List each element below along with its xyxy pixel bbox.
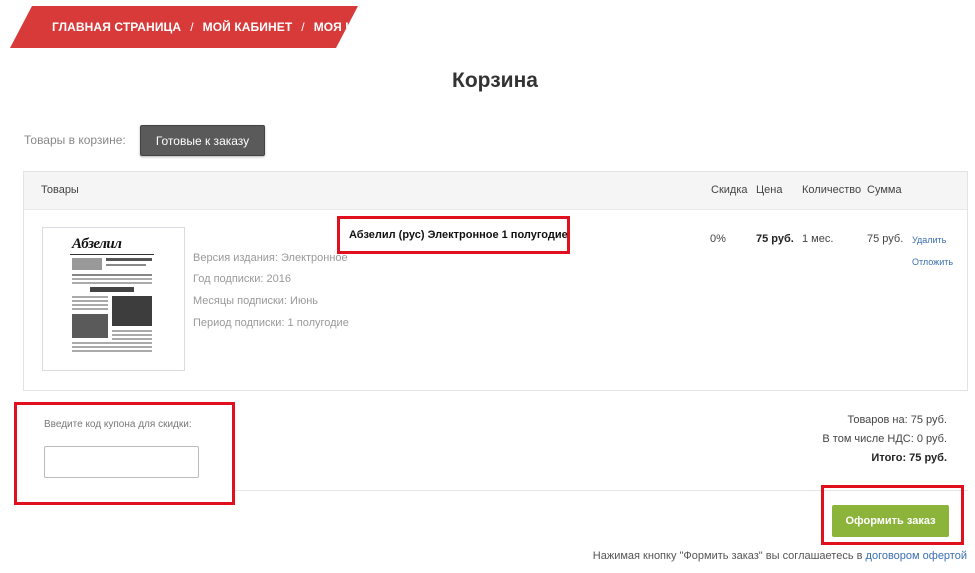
- period-info: Период подписки: 1 полугодие: [193, 317, 349, 329]
- breadcrumb-cabinet[interactable]: МОЙ КАБИНЕТ: [203, 20, 293, 34]
- place-order-button[interactable]: Оформить заказ: [832, 505, 949, 537]
- newspaper-image: Абзелил: [70, 236, 154, 358]
- offer-link[interactable]: договором офертой: [866, 550, 967, 562]
- header-quantity: Количество: [802, 184, 862, 196]
- item-quantity: 1 мес.: [802, 233, 834, 245]
- coupon-section: Введите код купона для скидки:: [14, 402, 235, 505]
- product-thumbnail[interactable]: Абзелил: [42, 227, 185, 371]
- item-sum: 75 руб.: [867, 233, 904, 245]
- goods-total: Товаров на: 75 руб.: [847, 414, 947, 426]
- coupon-label: Введите код купона для скидки:: [44, 419, 192, 430]
- breadcrumb-separator: /: [301, 20, 305, 34]
- breadcrumb: ГЛАВНАЯ СТРАНИЦА / МОЙ КАБИНЕТ / МОЯ КОР…: [10, 6, 358, 48]
- vat-total: В том числе НДС: 0 руб.: [822, 433, 947, 445]
- header-goods: Товары: [41, 184, 79, 196]
- postpone-link[interactable]: Отложить: [912, 257, 953, 267]
- ready-to-order-button[interactable]: Готовые к заказу: [140, 125, 265, 156]
- months-info: Месяцы подписки: Июнь: [193, 295, 319, 307]
- header-price: Цена: [756, 184, 783, 196]
- order-button-highlight: Оформить заказ: [821, 485, 964, 545]
- coupon-input[interactable]: [44, 446, 199, 478]
- table-header-row: Товары Скидка Цена Количество Сумма: [24, 172, 967, 210]
- header-discount: Скидка: [711, 184, 748, 196]
- page-title: Корзина: [452, 69, 538, 92]
- agreement-note: Нажимая кнопку "Формить заказ" вы соглаш…: [593, 550, 967, 562]
- newspaper-masthead: Абзелил: [72, 236, 122, 252]
- breadcrumb-home[interactable]: ГЛАВНАЯ СТРАНИЦА: [52, 20, 181, 34]
- product-name-highlight: Абзелил (рус) Электронное 1 полугодие: [337, 216, 570, 254]
- header-sum: Сумма: [867, 184, 902, 196]
- edition-info: Версия издания: Электронное: [193, 252, 348, 264]
- item-discount: 0%: [710, 233, 726, 245]
- product-name[interactable]: Абзелил (рус) Электронное 1 полугодие: [349, 229, 568, 241]
- cart-table: Товары Скидка Цена Количество Сумма Абзе…: [23, 171, 968, 391]
- year-info: Год подписки: 2016: [193, 273, 291, 285]
- item-price: 75 руб.: [756, 233, 794, 245]
- agreement-text: Нажимая кнопку "Формить заказ" вы соглаш…: [592, 550, 866, 562]
- breadcrumb-separator: /: [190, 20, 194, 34]
- delete-link[interactable]: Удалить: [912, 235, 946, 245]
- breadcrumb-cart[interactable]: МОЯ КОРЗИНА: [314, 20, 404, 34]
- grand-total: Итого: 75 руб.: [871, 452, 947, 464]
- cart-filter-label: Товары в корзине:: [24, 133, 126, 147]
